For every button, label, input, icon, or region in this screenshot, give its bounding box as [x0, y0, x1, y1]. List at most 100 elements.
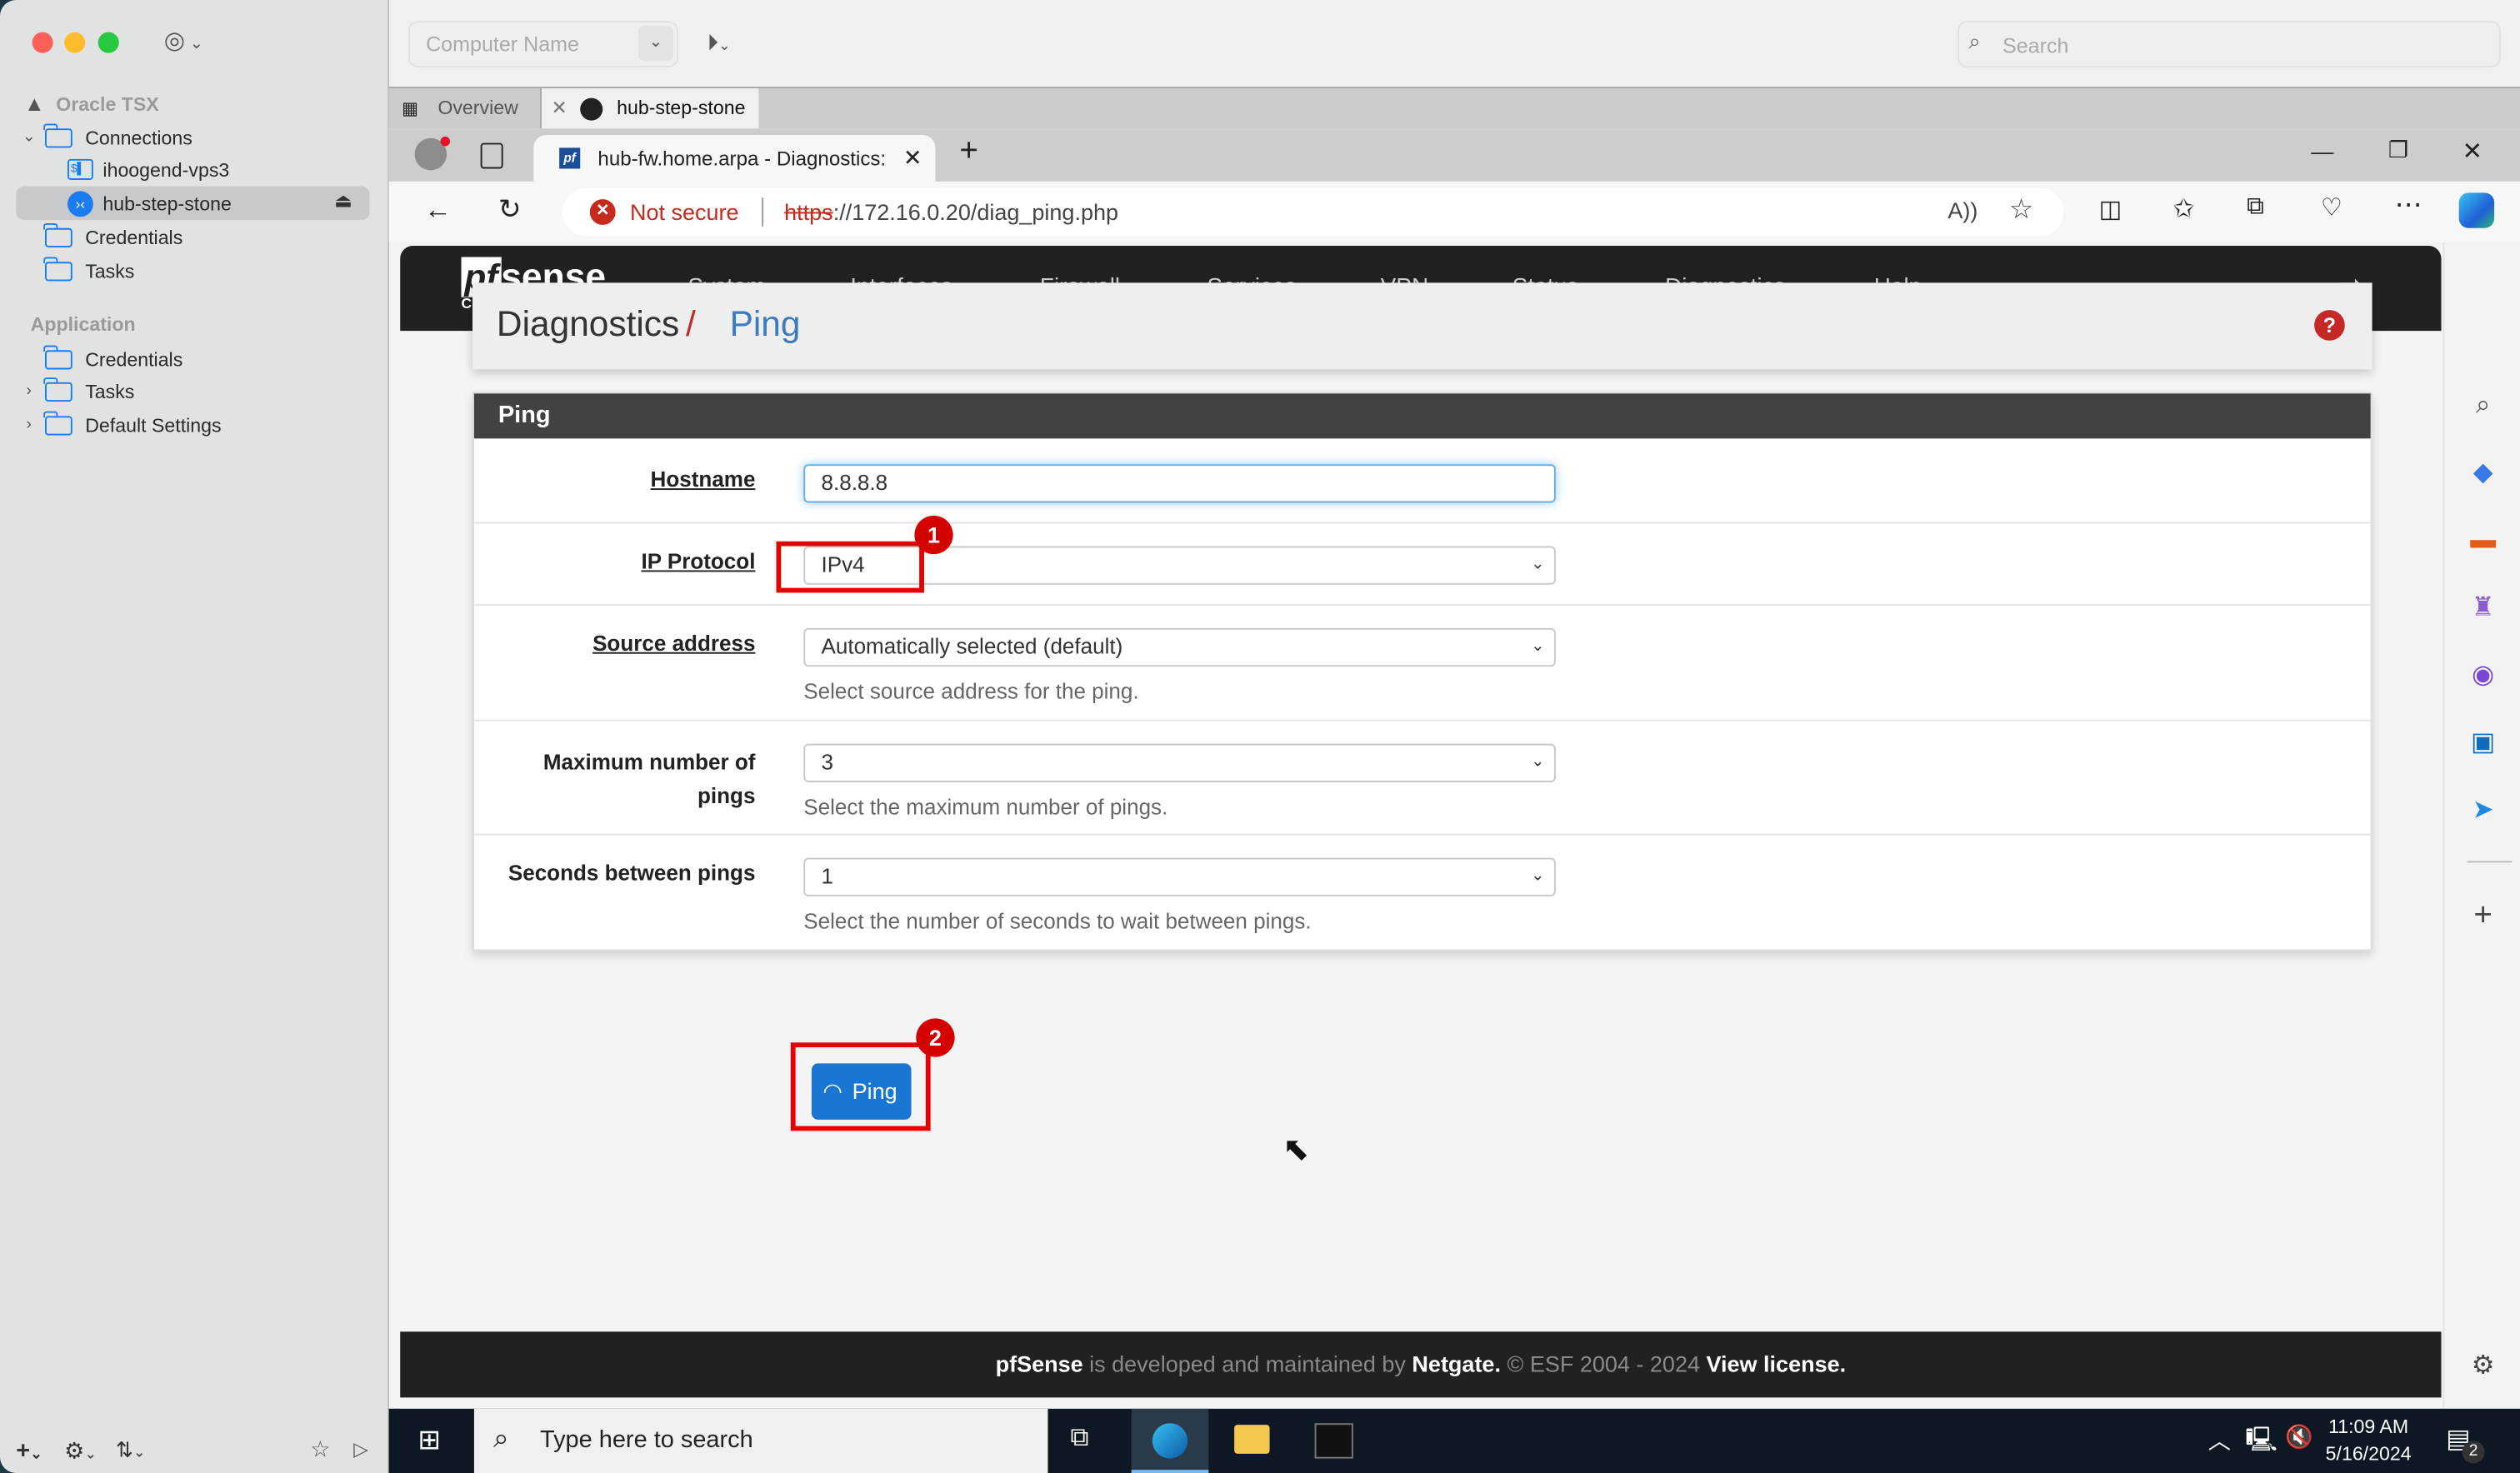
folder-tasks[interactable]: Tasks [43, 254, 415, 287]
seconds-between-row: Seconds between pings 1 ⌄ Select the numb… [474, 836, 2371, 948]
edge-taskbar-button[interactable] [1131, 1408, 1209, 1473]
search-icon[interactable]: ⌕ [2461, 384, 2506, 429]
close-tab-icon[interactable]: ✕ [551, 97, 567, 119]
app-folder-tasks[interactable]: › Tasks [19, 374, 389, 407]
tab-hub-step-stone[interactable]: ✕ hub-step-stone [541, 88, 759, 131]
new-tab-button[interactable]: + [959, 133, 978, 170]
tab-overview[interactable]: ▦ Overview [388, 88, 542, 131]
active-indicator [1131, 1470, 1209, 1473]
annotation-badge-1: 1 [914, 515, 953, 555]
play-icon[interactable]: ▷ [353, 1438, 368, 1461]
task-view-icon[interactable]: ⧉ [1070, 1425, 1088, 1454]
folder-connections[interactable]: ⌄ Connections [19, 121, 389, 154]
tools-icon[interactable]: ▬ [2461, 519, 2506, 564]
folder-icon [43, 122, 72, 147]
notification-count-badge: 2 [2462, 1441, 2485, 1464]
pfsense-page: pfsense COMMUNITY EDITION System Interfa… [400, 245, 2442, 1409]
source-address-help: Select source address for the ping. [803, 679, 1139, 704]
application-section-title: Application [30, 312, 136, 336]
add-sidebar-app-icon[interactable]: + [2461, 893, 2506, 938]
favorite-star-icon[interactable]: ☆ [2009, 194, 2033, 227]
favorite-star-icon[interactable]: ☆ [310, 1436, 330, 1464]
max-pings-select[interactable]: 3 ⌄ [803, 743, 1556, 782]
grid-icon: ▦ [402, 99, 419, 119]
terminal-icon[interactable] [1314, 1423, 1353, 1459]
office-icon[interactable]: ◉ [2461, 654, 2506, 699]
group-oracle-tsx[interactable]: ▲ Oracle TSX [24, 87, 394, 120]
session-tabs: ▦ Overview ✕ hub-step-stone [388, 87, 2520, 131]
close-window-button[interactable] [32, 32, 53, 53]
browser-essentials-icon[interactable]: ♡ [2321, 192, 2342, 222]
sync-menu-button[interactable]: ⇅⌄ [116, 1438, 146, 1464]
source-address-select[interactable]: Automatically selected (default) ⌄ [803, 627, 1556, 667]
chevron-right-icon[interactable]: › [19, 416, 38, 433]
target-icon[interactable]: ◎ ⌄ [164, 26, 203, 55]
ip-protocol-row: IP Protocol IPv4 ⌄ [473, 524, 2371, 606]
settings-menu-button[interactable]: ⚙⌄ [64, 1438, 97, 1466]
copilot-icon[interactable] [2458, 192, 2495, 228]
app-folder-default-settings[interactable]: › Default Settings [19, 408, 389, 442]
connection-item[interactable]: $▌ ihoogend-vps3 [67, 152, 438, 186]
volume-muted-icon[interactable]: 🔇 [2285, 1423, 2313, 1451]
url-text[interactable]: https://172.16.0.20/diag_ping.php [784, 199, 1118, 225]
eject-icon[interactable]: ⏏ [334, 190, 352, 212]
netgate-link[interactable]: Netgate. [1412, 1351, 1501, 1376]
chevron-right-icon[interactable]: › [19, 382, 38, 400]
folder-credentials[interactable]: Credentials [43, 220, 415, 253]
games-icon[interactable]: ♜ [2461, 587, 2506, 632]
folder-icon [43, 410, 72, 435]
split-screen-icon[interactable]: ◫ [2099, 194, 2122, 223]
pfsense-favicon: pf [559, 147, 581, 169]
file-explorer-icon[interactable] [1234, 1425, 1270, 1454]
restore-button[interactable]: ❐ [2388, 137, 2408, 164]
search-icon: ⌕ [493, 1423, 509, 1454]
app-toolbar: Computer Name ⌄ ⏵⌄ ⌕ Search [388, 0, 2520, 87]
more-menu-icon[interactable]: ⋯ [2395, 190, 2422, 222]
seconds-between-select[interactable]: 1 ⌄ [803, 857, 1556, 896]
help-icon[interactable]: ? [2314, 310, 2345, 341]
close-tab-icon[interactable]: ✕ [903, 145, 922, 172]
chevron-down-icon[interactable]: ⌄ [19, 128, 38, 146]
breadcrumb-parent[interactable]: Diagnostics / [497, 303, 696, 345]
search-field[interactable]: ⌕ Search [1957, 21, 2501, 67]
back-arrow-icon[interactable]: ← [424, 194, 452, 227]
folder-icon [43, 222, 72, 247]
taskbar-search[interactable]: ⌕ Type here to search [473, 1408, 1048, 1473]
play-menu-button[interactable]: ⏵⌄ [708, 29, 731, 57]
read-aloud-icon[interactable]: A)) [1948, 197, 1978, 223]
vertical-tabs-icon[interactable] [480, 142, 503, 169]
computer-name-combo[interactable]: Computer Name ⌄ [408, 21, 678, 67]
hostname-row: Hostname 8.8.8.8 [473, 440, 2371, 524]
network-icon[interactable]: 🖳 [2245, 1423, 2278, 1463]
send-icon[interactable]: ➤ [2461, 789, 2506, 834]
ping-panel: Ping Hostname 8.8.8.8 IP Protocol IPv4 ⌄ … [472, 392, 2372, 951]
outlook-icon[interactable]: ▣ [2461, 722, 2506, 766]
app-folder-credentials[interactable]: Credentials [43, 342, 415, 376]
source-address-label: Source address [592, 631, 756, 656]
edge-icon [1152, 1423, 1188, 1459]
gear-icon[interactable]: ⚙ [2461, 1345, 2506, 1390]
address-bar[interactable]: ✕ Not secure https://172.16.0.20/diag_pi… [562, 187, 2064, 237]
windows-start-icon[interactable]: ⊞ [418, 1425, 440, 1457]
view-license-link[interactable]: View license. [1707, 1351, 1847, 1376]
connection-item-selected[interactable]: ›‹ hub-step-stone [67, 187, 438, 220]
close-button[interactable]: ✕ [2462, 137, 2482, 166]
show-hidden-icons[interactable]: ︿ [2208, 1425, 2231, 1457]
minimize-window-button[interactable] [64, 32, 86, 53]
hostname-input[interactable]: 8.8.8.8 [803, 464, 1556, 503]
browser-tabstrip: pf hub-fw.home.arpa - Diagnostics: ✕ + —… [388, 128, 2520, 182]
breadcrumb-current[interactable]: Ping [730, 303, 801, 345]
divider [762, 197, 764, 227]
zoom-window-button[interactable] [98, 32, 119, 53]
mouse-cursor: ⬉ [1282, 1132, 1310, 1168]
collections-icon[interactable]: ⧉ [2247, 192, 2264, 220]
browser-tab-active[interactable]: pf hub-fw.home.arpa - Diagnostics: ✕ [533, 134, 936, 182]
favorites-icon[interactable]: ✩ [2172, 192, 2194, 225]
chevron-down-icon[interactable]: ⌄ [638, 25, 674, 62]
add-menu-button[interactable]: +⌄ [16, 1438, 42, 1466]
browser-toolbar: ← ↻ ✕ Not secure https://172.16.0.20/dia… [388, 181, 2520, 243]
clock[interactable]: 11:09 AM 5/16/2024 [2326, 1414, 2412, 1469]
minimize-button[interactable]: — [2311, 138, 2333, 164]
refresh-icon[interactable]: ↻ [498, 194, 521, 227]
shopping-tag-icon[interactable]: ◆ [2461, 452, 2506, 497]
